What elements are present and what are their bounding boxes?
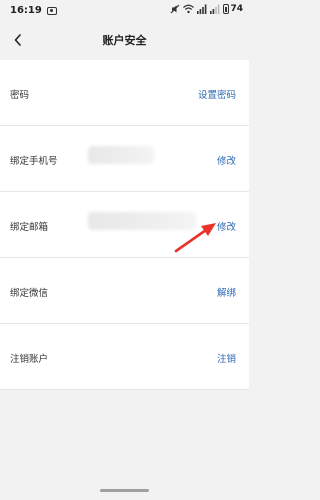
blurred-email-value (88, 212, 196, 230)
blurred-phone-value (88, 146, 154, 164)
battery-indicator: 74 (223, 4, 243, 14)
row-label: 注销账户 (10, 354, 49, 365)
nav-bar: 账户安全 (0, 24, 249, 56)
row-label: 绑定手机号 (10, 156, 58, 167)
set-password-button[interactable]: 设置密码 (198, 87, 236, 101)
unbind-wechat-button[interactable]: 解绑 (217, 285, 236, 299)
status-left: 16:19 (10, 5, 57, 16)
row-password[interactable]: 密码 设置密码 (0, 60, 249, 126)
row-label: 绑定微信 (10, 288, 49, 299)
mute-icon (171, 4, 180, 14)
wifi-icon (183, 4, 195, 14)
status-time: 16:19 (10, 5, 42, 16)
cancel-account-button[interactable]: 注销 (217, 351, 236, 365)
row-bind-phone[interactable]: 绑定手机号 修改 (0, 126, 249, 192)
row-cancel-account[interactable]: 注销账户 注销 (0, 324, 249, 390)
battery-level: 74 (230, 4, 243, 14)
status-right: 74 (170, 4, 243, 14)
camera-notification-icon (46, 6, 57, 15)
battery-icon (223, 4, 230, 14)
row-bind-email[interactable]: 绑定邮箱 修改 (0, 192, 249, 258)
home-indicator[interactable] (100, 489, 149, 492)
modify-phone-button[interactable]: 修改 (217, 153, 236, 167)
row-bind-wechat[interactable]: 绑定微信 解绑 (0, 258, 249, 324)
page-title: 账户安全 (102, 34, 147, 47)
modify-email-button[interactable]: 修改 (217, 219, 236, 233)
account-security-list: 密码 设置密码 绑定手机号 修改 绑定邮箱 修改 绑定微信 解绑 注销账户 注销 (0, 60, 249, 390)
signal-icon (197, 4, 207, 14)
row-label: 密码 (10, 90, 30, 101)
status-bar: 16:19 74 (0, 0, 249, 24)
row-label: 绑定邮箱 (10, 222, 49, 233)
signal-secondary-icon (210, 4, 220, 14)
